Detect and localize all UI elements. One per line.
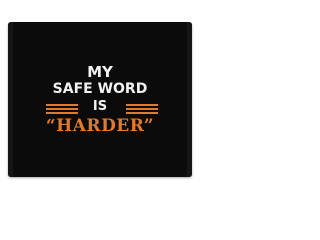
- stripe: [126, 104, 158, 106]
- design-text-safe-word: SAFE WORD: [52, 81, 148, 97]
- print-design: MY SAFE WORD IS “HARDER”: [8, 22, 192, 177]
- design-text-my: MY: [87, 63, 113, 81]
- design-text-harder: “HARDER”: [45, 116, 155, 136]
- stripe: [126, 108, 158, 110]
- product-image: MY SAFE WORD IS “HARDER”: [0, 0, 200, 200]
- stripe: [126, 112, 158, 114]
- design-text-is: IS: [92, 99, 108, 114]
- black-towel: MY SAFE WORD IS “HARDER”: [8, 22, 192, 177]
